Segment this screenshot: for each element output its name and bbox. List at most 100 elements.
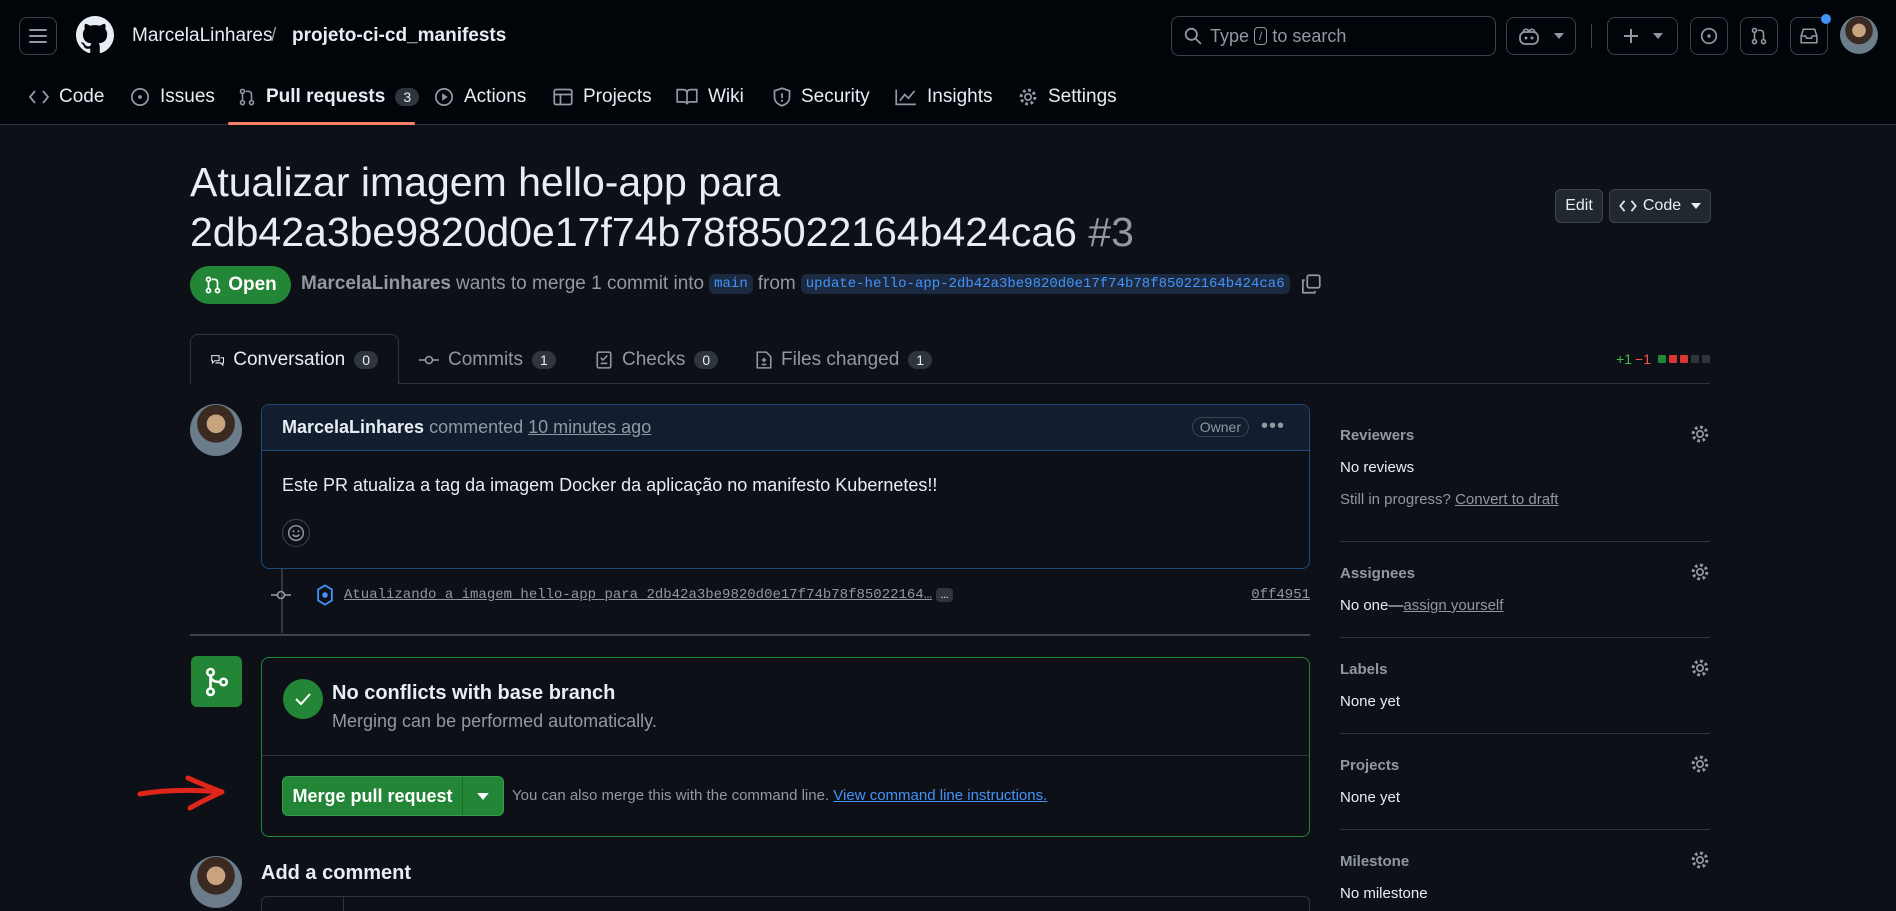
comment-header: MarcelaLinhares commented 10 minutes ago [262, 405, 1309, 451]
search-shortcut-key: / [1254, 27, 1268, 45]
diffstat-block [1691, 355, 1699, 363]
comment-editor[interactable] [261, 896, 1310, 911]
gear-icon[interactable] [1690, 850, 1710, 870]
commit-message-link[interactable]: Atualizando a imagem hello-app para 2db4… [344, 587, 932, 603]
user-avatar[interactable] [1840, 16, 1878, 54]
commit-expand-button[interactable]: … [936, 588, 954, 602]
merge-pull-request-button[interactable]: Merge pull request [283, 777, 463, 815]
nav-issues[interactable]: Issues [130, 86, 215, 108]
commit-sha-link[interactable]: 0ff4951 [1251, 587, 1310, 603]
chevron-down-icon [1652, 33, 1663, 39]
assignees-none: No one— [1340, 597, 1404, 614]
nav-pull-requests-count: 3 [395, 88, 420, 106]
editor-write-tab[interactable] [262, 897, 344, 911]
chevron-down-icon [1691, 203, 1702, 209]
bot-avatar-icon [317, 584, 333, 606]
nav-insights[interactable]: Insights [895, 86, 992, 108]
nav-projects-label: Projects [583, 86, 652, 107]
create-new-button[interactable] [1607, 17, 1678, 55]
convert-to-draft-link[interactable]: Convert to draft [1455, 491, 1558, 508]
pr-meta: MarcelaLinhares wants to merge 1 commit … [301, 273, 1321, 295]
github-logo-icon[interactable] [76, 16, 114, 54]
issue-icon [1700, 27, 1718, 45]
menu-button[interactable] [19, 17, 57, 55]
global-header: MarcelaLinhares / projeto-ci-cd_manifest… [0, 0, 1896, 125]
assign-yourself-link[interactable]: assign yourself [1403, 597, 1503, 614]
plus-icon [1623, 29, 1638, 43]
title-line-2: 2db42a3be9820d0e17f74b78f85022164b424ca6 [190, 209, 1077, 255]
nav-actions[interactable]: Actions [434, 86, 526, 108]
nav-insights-label: Insights [927, 86, 993, 107]
header-divider [1591, 24, 1592, 48]
diffstat-block [1669, 355, 1677, 363]
diffstat-block [1658, 355, 1666, 363]
comment-author[interactable]: MarcelaLinhares [282, 417, 424, 438]
code-button-label: Code [1642, 197, 1682, 214]
tab-checks-label: Checks [622, 348, 686, 370]
timeline-divider [190, 634, 1310, 636]
pr-merge-text: wants to merge 1 commit into [455, 273, 705, 294]
tab-files-changed[interactable]: Files changed 1 [736, 334, 952, 385]
nav-issues-label: Issues [160, 86, 215, 107]
breadcrumb-owner[interactable]: MarcelaLinhares [132, 25, 272, 47]
command-line-instructions-link[interactable]: View command line instructions. [833, 787, 1047, 804]
nav-projects[interactable]: Projects [553, 86, 652, 108]
gear-icon[interactable] [1690, 658, 1710, 678]
comment-options-icon[interactable]: ••• [1261, 415, 1285, 438]
sidebar-divider [1340, 541, 1710, 542]
table-icon [553, 88, 573, 106]
nav-code-label: Code [59, 86, 105, 107]
gear-icon[interactable] [1690, 562, 1710, 582]
search-input[interactable]: Type / to search [1171, 16, 1496, 56]
copy-icon[interactable] [1301, 274, 1321, 294]
labels-heading: Labels [1340, 661, 1388, 678]
pr-from-text: from [757, 273, 796, 294]
triangle-down-icon [477, 792, 489, 800]
add-reaction-button[interactable] [282, 519, 310, 547]
pr-author-link[interactable]: MarcelaLinhares [301, 273, 451, 295]
diffstat-additions: +1 [1616, 351, 1633, 367]
tab-checks[interactable]: Checks 0 [575, 334, 738, 385]
gear-icon[interactable] [1690, 424, 1710, 444]
pull-requests-button[interactable] [1740, 17, 1778, 55]
merge-method-dropdown[interactable] [463, 777, 503, 815]
merge-status-icon [191, 656, 242, 707]
base-branch[interactable]: main [709, 274, 753, 294]
active-tab-indicator [228, 122, 415, 125]
tab-commits[interactable]: Commits 1 [399, 334, 576, 385]
issues-button[interactable] [1690, 17, 1728, 55]
tab-conversation[interactable]: Conversation 0 [190, 334, 399, 385]
owner-badge: Owner [1191, 417, 1249, 437]
sidebar-divider [1340, 733, 1710, 734]
milestone-heading: Milestone [1340, 853, 1410, 870]
checklist-icon [596, 350, 612, 369]
code-icon [29, 90, 49, 104]
comment-timestamp[interactable]: 10 minutes ago [528, 417, 651, 438]
comment-body: Este PR atualiza a tag da imagem Docker … [282, 475, 938, 495]
merge-note-text: You can also merge this with the command… [512, 787, 830, 804]
edit-button[interactable]: Edit [1555, 189, 1603, 223]
search-placeholder-pre: Type [1210, 25, 1250, 46]
diffstat[interactable]: +1 −1 [1616, 351, 1710, 367]
diffstat-block [1702, 355, 1710, 363]
pull-request-icon [205, 276, 221, 294]
pull-request-icon [239, 88, 255, 106]
nav-security[interactable]: Security [773, 86, 870, 108]
comment-author-avatar[interactable] [190, 404, 242, 456]
breadcrumb-repo[interactable]: projeto-ci-cd_manifests [292, 25, 506, 47]
status-badge-label: Open [228, 274, 277, 295]
nav-code[interactable]: Code [29, 86, 104, 108]
title-line-1: Atualizar imagem hello-app para [190, 159, 781, 205]
nav-pull-requests[interactable]: Pull requests 3 [238, 86, 420, 108]
code-dropdown-button[interactable]: Code [1609, 189, 1711, 223]
copilot-button[interactable] [1506, 17, 1576, 55]
shield-icon [773, 87, 791, 107]
page-title: Atualizar imagem hello-app para 2db42a3b… [190, 157, 1190, 257]
nav-wiki[interactable]: Wiki [676, 86, 744, 108]
current-user-avatar [190, 856, 242, 908]
gear-icon[interactable] [1690, 754, 1710, 774]
head-branch[interactable]: update-hello-app-2db42a3be9820d0e17f74b7… [800, 274, 1290, 294]
pr-number: #3 [1088, 209, 1134, 255]
copilot-icon [1519, 28, 1539, 45]
nav-settings[interactable]: Settings [1018, 86, 1117, 108]
